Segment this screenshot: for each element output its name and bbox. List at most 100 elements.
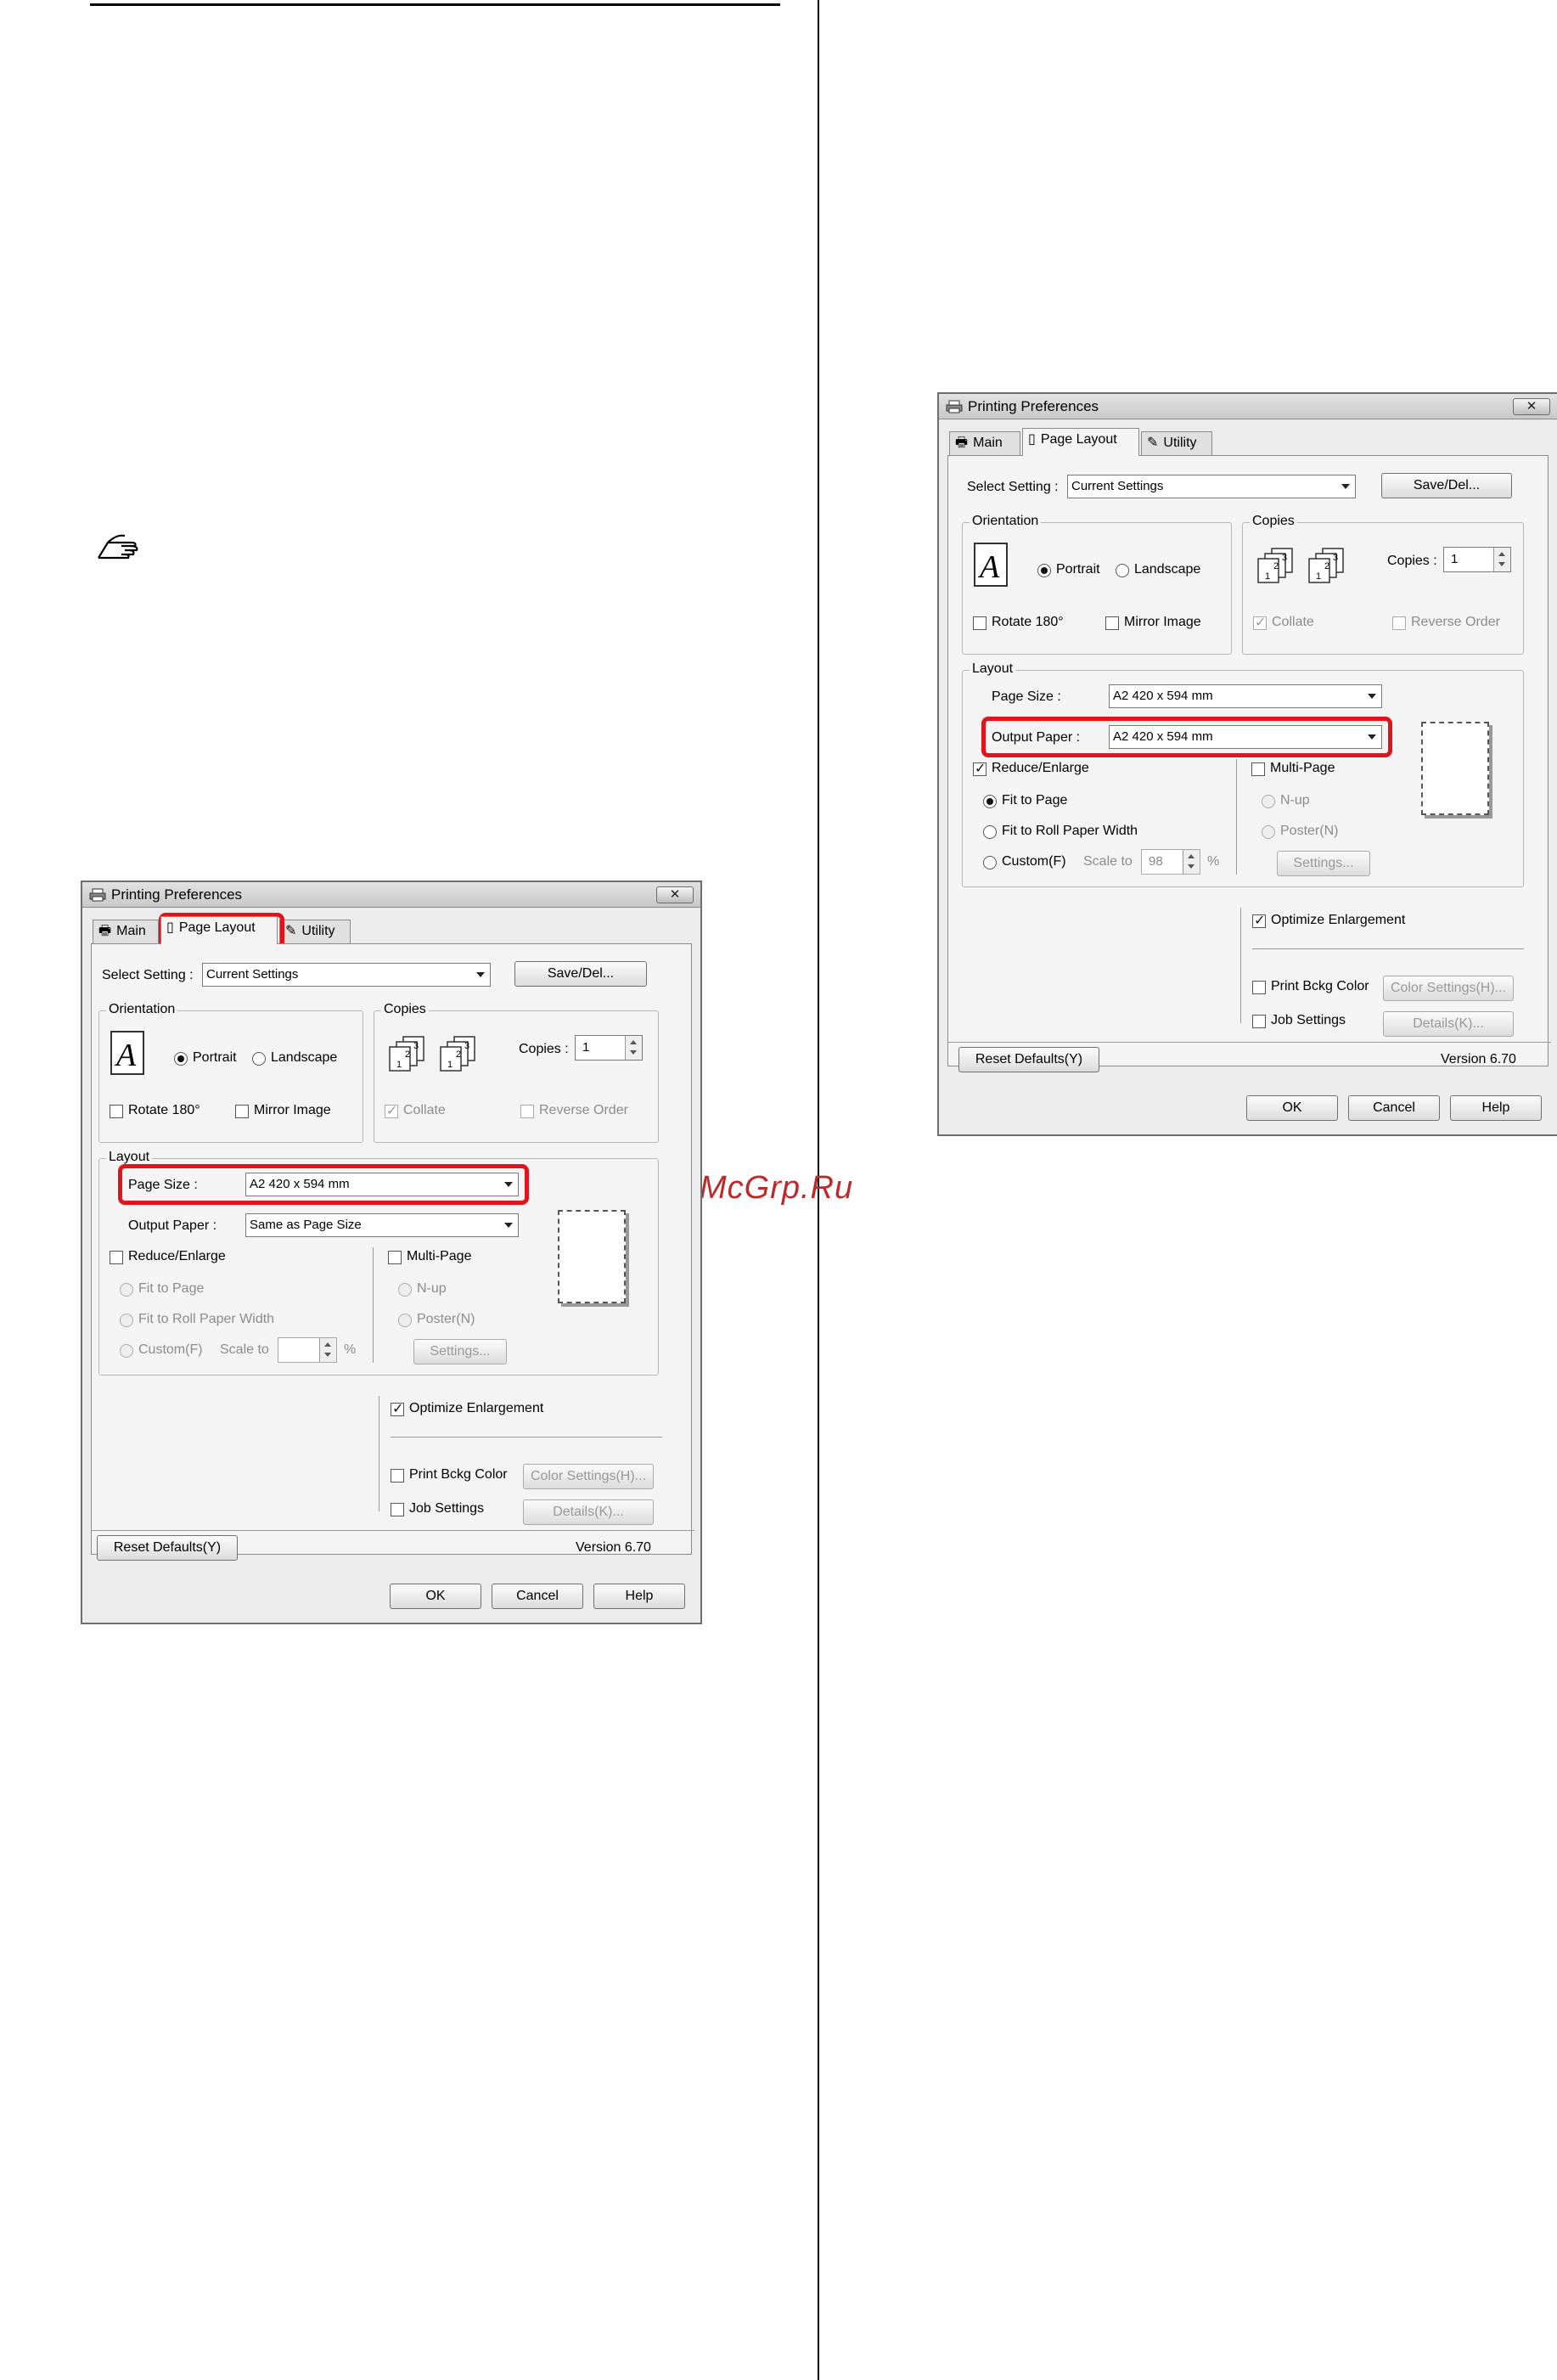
tab-main[interactable]: 🖶 Main xyxy=(93,920,159,943)
svg-text:A: A xyxy=(977,549,1000,585)
highlight-output-paper xyxy=(981,717,1392,757)
page-icon: ▯ xyxy=(1028,432,1036,447)
optimize-enlargement-checkbox[interactable] xyxy=(391,1400,404,1417)
svg-text:3: 3 xyxy=(464,1041,469,1051)
tab-page-layout[interactable]: ▯ Page Layout xyxy=(1022,428,1139,456)
fit-to-page-radio[interactable] xyxy=(120,1283,133,1297)
page-size-label: Page Size : xyxy=(992,689,1061,704)
color-settings-button[interactable]: Color Settings(H)... xyxy=(523,1464,654,1489)
printer-icon: 🖶 xyxy=(98,924,112,938)
custom-radio[interactable] xyxy=(983,856,997,869)
mirror-image-checkbox[interactable] xyxy=(1105,616,1119,630)
top-rule xyxy=(90,3,780,6)
portrait-radio[interactable] xyxy=(174,1052,188,1066)
collate-checkbox[interactable] xyxy=(1253,614,1267,631)
custom-radio[interactable] xyxy=(120,1344,133,1358)
save-del-button[interactable]: Save/Del... xyxy=(514,961,647,987)
collate-checkbox[interactable] xyxy=(385,1102,398,1119)
poster-radio[interactable] xyxy=(398,1314,412,1327)
printer-icon: 🖶 xyxy=(955,436,969,450)
close-button[interactable]: ✕ xyxy=(1513,398,1550,415)
tab-utility[interactable]: ✎ Utility xyxy=(1141,431,1212,455)
color-settings-button[interactable]: Color Settings(H)... xyxy=(1383,976,1514,1001)
page-icon: ▯ xyxy=(166,920,174,935)
portrait-page-icon: A xyxy=(110,1031,144,1075)
help-button[interactable]: Help xyxy=(1450,1095,1542,1121)
printer-icon xyxy=(89,888,106,902)
copies-group: Copies 123123 Copies : 1 Collate Reverse… xyxy=(1242,514,1524,655)
wrench-icon: ✎ xyxy=(285,924,297,938)
page-size-combo[interactable]: A2 420 x 594 mm xyxy=(1109,684,1382,708)
ok-button[interactable]: OK xyxy=(1246,1095,1338,1121)
optimize-enlargement-checkbox[interactable] xyxy=(1252,912,1266,929)
svg-text:A: A xyxy=(114,1038,137,1073)
reduce-enlarge-checkbox[interactable] xyxy=(110,1251,123,1264)
copies-group: Copies 123123 Copies : 1 Collate Reverse… xyxy=(374,1002,659,1143)
select-setting-combo[interactable]: Current Settings xyxy=(202,963,491,987)
tab-page-layout[interactable]: ▯ Page Layout xyxy=(160,916,278,944)
orientation-group: Orientation A Portrait Landscape Rotate … xyxy=(962,514,1232,655)
cancel-button[interactable]: Cancel xyxy=(492,1584,583,1609)
multi-page-checkbox[interactable] xyxy=(1251,762,1265,776)
print-bckg-color-checkbox[interactable] xyxy=(391,1469,404,1483)
save-del-button[interactable]: Save/Del... xyxy=(1381,473,1512,498)
spinner-arrows-icon[interactable] xyxy=(1493,548,1510,571)
mirror-image-checkbox[interactable] xyxy=(235,1105,249,1118)
svg-text:2: 2 xyxy=(1273,561,1279,571)
reduce-enlarge-checkbox[interactable] xyxy=(973,760,986,777)
multi-page-checkbox[interactable] xyxy=(388,1251,402,1264)
scale-spinner[interactable]: 98 xyxy=(1141,849,1200,875)
landscape-radio[interactable] xyxy=(1116,564,1129,577)
spinner-arrows-icon[interactable] xyxy=(1183,850,1200,874)
chevron-down-icon xyxy=(476,972,485,977)
orientation-group: Orientation A Portrait Landscape Rotate … xyxy=(98,1002,363,1143)
output-paper-combo[interactable]: Same as Page Size xyxy=(245,1213,519,1237)
wrench-icon: ✎ xyxy=(1147,436,1159,450)
version-label: Version 6.70 xyxy=(576,1540,651,1555)
multi-page-settings-button[interactable]: Settings... xyxy=(1277,851,1370,876)
version-label: Version 6.70 xyxy=(1441,1052,1516,1066)
svg-text:2: 2 xyxy=(405,1049,410,1060)
svg-text:1: 1 xyxy=(1265,571,1270,582)
reverse-order-checkbox[interactable] xyxy=(520,1105,534,1118)
reverse-order-checkbox[interactable] xyxy=(1392,616,1406,630)
print-bckg-color-checkbox[interactable] xyxy=(1252,981,1266,994)
reset-defaults-button[interactable]: Reset Defaults(Y) xyxy=(97,1535,238,1561)
svg-text:1: 1 xyxy=(396,1060,402,1070)
watermark: McGrp.Ru xyxy=(700,1170,854,1206)
poster-radio[interactable] xyxy=(1262,825,1275,839)
rotate-180-checkbox[interactable] xyxy=(973,616,986,630)
spinner-arrows-icon[interactable] xyxy=(625,1036,642,1060)
landscape-radio[interactable] xyxy=(252,1052,266,1066)
multi-page-settings-button[interactable]: Settings... xyxy=(413,1339,507,1364)
copies-spinner[interactable]: 1 xyxy=(575,1035,643,1061)
tab-main[interactable]: 🖶 Main xyxy=(949,431,1020,455)
spinner-arrows-icon[interactable] xyxy=(319,1338,336,1362)
fit-roll-paper-radio[interactable] xyxy=(120,1314,133,1327)
scale-spinner[interactable] xyxy=(278,1337,337,1363)
reset-defaults-button[interactable]: Reset Defaults(Y) xyxy=(958,1047,1099,1072)
ok-button[interactable]: OK xyxy=(390,1584,481,1609)
svg-text:2: 2 xyxy=(1324,561,1329,571)
fit-to-page-radio[interactable] xyxy=(983,795,997,808)
details-button[interactable]: Details(K)... xyxy=(1383,1011,1514,1037)
copies-spinner[interactable]: 1 xyxy=(1443,547,1511,572)
job-settings-checkbox[interactable] xyxy=(1252,1015,1266,1028)
tab-utility[interactable]: ✎ Utility xyxy=(279,920,351,943)
svg-text:1: 1 xyxy=(1316,571,1321,582)
n-up-radio[interactable] xyxy=(1262,795,1275,808)
cancel-button[interactable]: Cancel xyxy=(1348,1095,1440,1121)
n-up-radio[interactable] xyxy=(398,1283,412,1297)
select-setting-combo[interactable]: Current Settings xyxy=(1067,475,1356,498)
select-setting-label: Select Setting : xyxy=(967,480,1059,494)
job-settings-checkbox[interactable] xyxy=(391,1503,404,1516)
printer-icon xyxy=(946,400,963,414)
rotate-180-checkbox[interactable] xyxy=(110,1105,123,1118)
dialog-title: Printing Preferences xyxy=(111,886,243,903)
details-button[interactable]: Details(K)... xyxy=(523,1499,654,1525)
help-button[interactable]: Help xyxy=(593,1584,685,1609)
close-button[interactable]: ✕ xyxy=(656,886,694,903)
output-paper-label: Output Paper : xyxy=(128,1218,217,1233)
fit-roll-paper-radio[interactable] xyxy=(983,825,997,839)
portrait-radio[interactable] xyxy=(1037,564,1051,577)
